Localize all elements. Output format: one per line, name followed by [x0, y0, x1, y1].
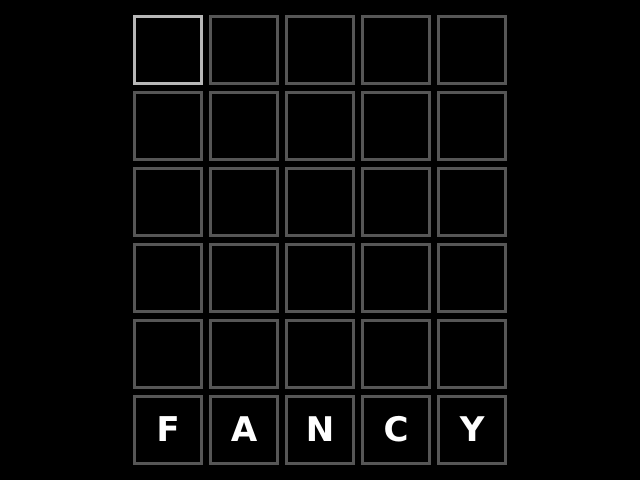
letter-tile-r2-c4[interactable]: [361, 91, 431, 161]
letter-tile-r6-c2[interactable]: A: [209, 395, 279, 465]
letter-tile-r5-c1[interactable]: [133, 319, 203, 389]
letter-tile-r1-c4[interactable]: [361, 15, 431, 85]
letter-tile-r3-c1[interactable]: [133, 167, 203, 237]
letter-tile-r2-c2[interactable]: [209, 91, 279, 161]
letter-tile-r6-c3[interactable]: N: [285, 395, 355, 465]
letter-tile-r6-c1[interactable]: F: [133, 395, 203, 465]
letter-grid: FANCY: [133, 15, 507, 465]
letter-tile-r2-c5[interactable]: [437, 91, 507, 161]
letter-tile-r4-c4[interactable]: [361, 243, 431, 313]
letter-tile-r1-c5[interactable]: [437, 15, 507, 85]
letter-tile-r3-c5[interactable]: [437, 167, 507, 237]
letter-tile-r6-c5[interactable]: Y: [437, 395, 507, 465]
letter-tile-r2-c3[interactable]: [285, 91, 355, 161]
letter-tile-r4-c3[interactable]: [285, 243, 355, 313]
letter-tile-r2-c1[interactable]: [133, 91, 203, 161]
letter-tile-r4-c5[interactable]: [437, 243, 507, 313]
letter-tile-r4-c1[interactable]: [133, 243, 203, 313]
letter-tile-r3-c4[interactable]: [361, 167, 431, 237]
letter-tile-r5-c3[interactable]: [285, 319, 355, 389]
letter-tile-r5-c2[interactable]: [209, 319, 279, 389]
letter-tile-r1-c2[interactable]: [209, 15, 279, 85]
letter-tile-r6-c4[interactable]: C: [361, 395, 431, 465]
letter-tile-r3-c2[interactable]: [209, 167, 279, 237]
letter-tile-r1-c3[interactable]: [285, 15, 355, 85]
letter-tile-r4-c2[interactable]: [209, 243, 279, 313]
letter-tile-r3-c3[interactable]: [285, 167, 355, 237]
letter-tile-r5-c4[interactable]: [361, 319, 431, 389]
game-screen: FANCY: [0, 0, 640, 480]
letter-tile-r5-c5[interactable]: [437, 319, 507, 389]
letter-tile-r1-c1[interactable]: [133, 15, 203, 85]
